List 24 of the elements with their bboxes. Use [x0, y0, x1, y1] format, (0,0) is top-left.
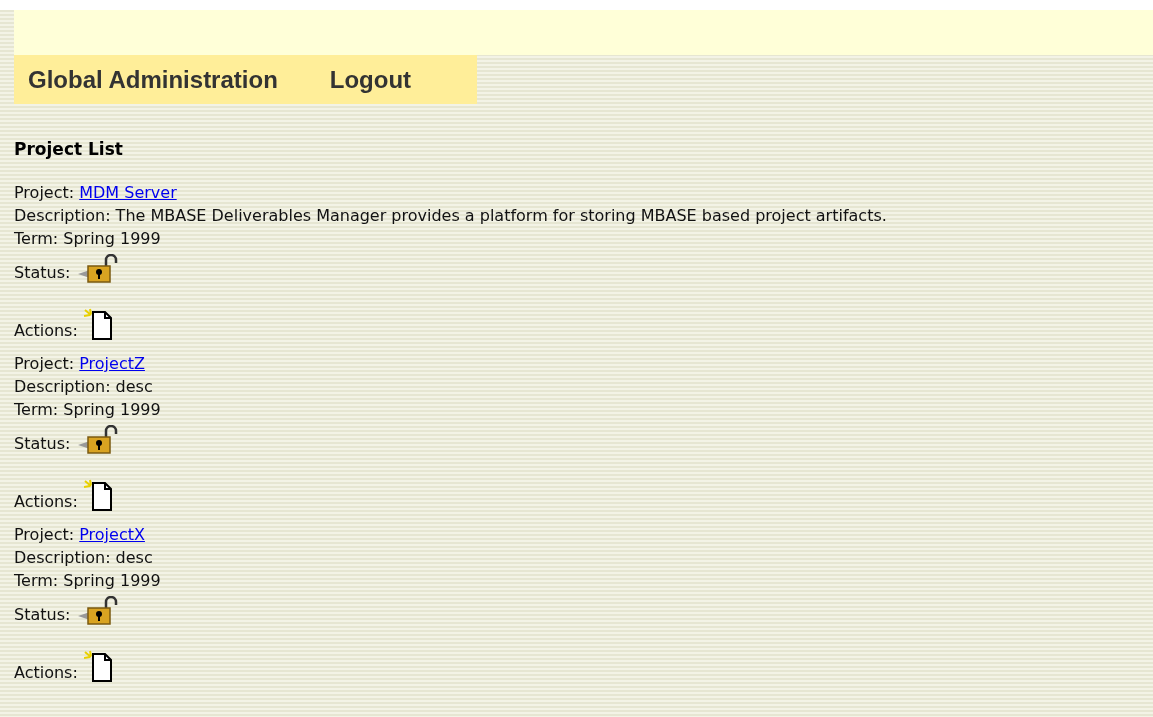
project-term: Term: Spring 1999	[14, 228, 162, 250]
project-label: Project:	[14, 183, 75, 202]
project-description: Description: desc	[14, 547, 154, 569]
project-term: Term: Spring 1999	[14, 399, 162, 421]
actions-label: Actions:	[14, 320, 78, 342]
actions-label: Actions:	[14, 662, 78, 684]
project-link[interactable]: ProjectZ	[79, 354, 145, 373]
project-description: Description: desc	[14, 376, 154, 398]
actions-label: Actions:	[14, 491, 78, 513]
new-document-icon[interactable]	[83, 650, 114, 684]
project-link[interactable]: MDM Server	[79, 183, 177, 202]
nav-link[interactable]: Logout	[329, 65, 412, 94]
new-document-icon[interactable]	[83, 479, 114, 513]
project-description: Description: The MBASE Deliverables Manager provides a platform for storing MBASE based project artifacts.	[14, 205, 888, 227]
new-document-icon[interactable]	[83, 308, 114, 342]
project-link[interactable]: ProjectX	[79, 525, 145, 544]
project-term: Term: Spring 1999	[14, 570, 162, 592]
project-label: Project:	[14, 525, 75, 544]
project-label: Project:	[14, 354, 75, 373]
page-heading: Project List	[14, 139, 124, 159]
nav-link[interactable]: Global Administration	[28, 65, 278, 94]
status-label: Status:	[14, 433, 71, 455]
status-label: Status:	[14, 604, 71, 626]
status-label: Status:	[14, 262, 71, 284]
